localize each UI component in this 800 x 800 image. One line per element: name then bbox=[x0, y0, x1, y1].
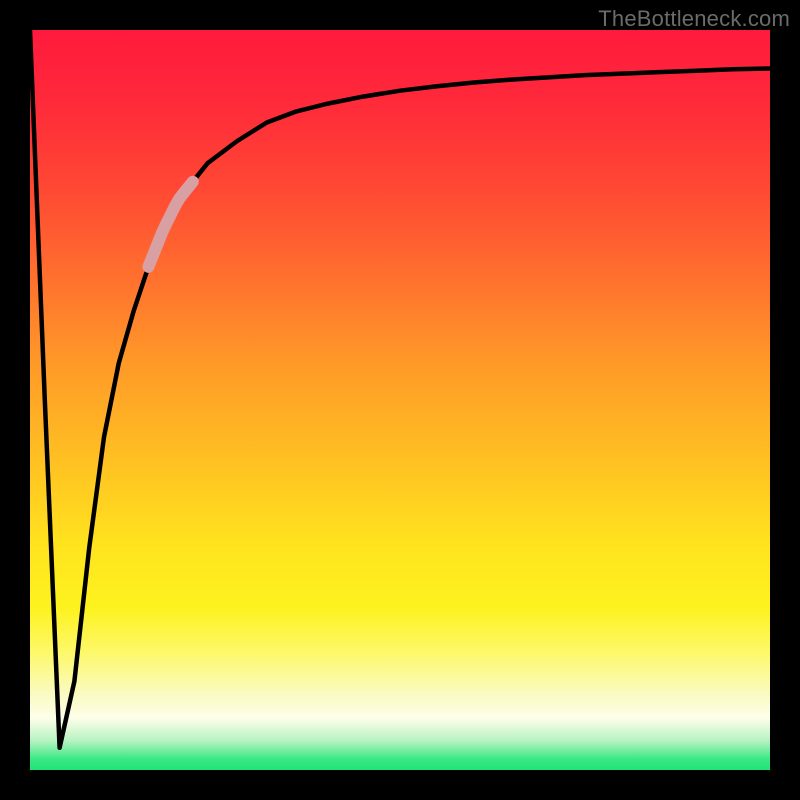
curve-highlight-segment bbox=[148, 182, 192, 267]
chart-container: TheBottleneck.com bbox=[0, 0, 800, 800]
curve-svg bbox=[30, 30, 770, 770]
bottleneck-curve bbox=[30, 30, 770, 748]
attribution-label: TheBottleneck.com bbox=[598, 6, 790, 32]
plot-area bbox=[30, 30, 770, 770]
